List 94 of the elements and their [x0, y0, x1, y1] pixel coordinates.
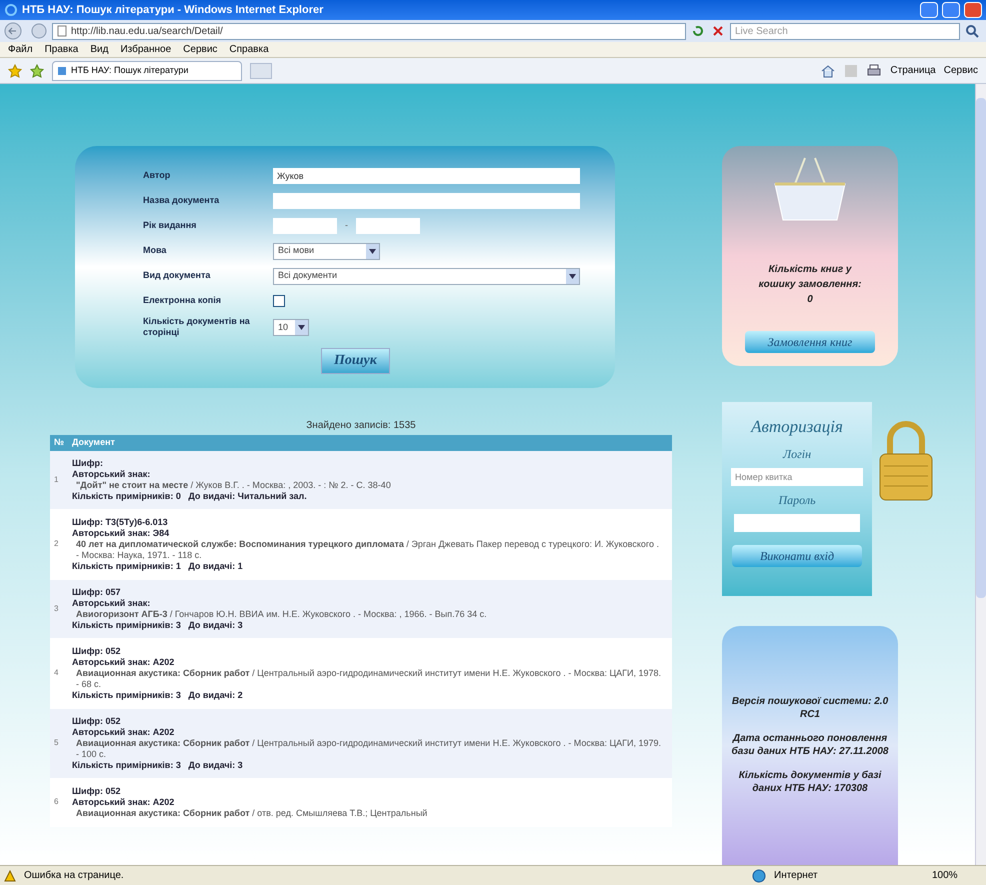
- row-number: 6: [53, 796, 60, 808]
- info-text: Кількість документів у базі даних НТБ НАУ: 170308: [738, 770, 882, 796]
- login-label: Логін: [782, 446, 812, 463]
- globe-icon: [752, 868, 766, 882]
- field-label: Мова: [143, 245, 168, 257]
- basket-order-button[interactable]: Замовлення книг: [745, 331, 875, 353]
- field-label: Кількість документів на сторінці: [143, 316, 251, 338]
- scrollbar-thumb[interactable]: [976, 98, 986, 598]
- text-field[interactable]: [273, 193, 580, 209]
- browser-tab[interactable]: НТБ НАУ: Пошук літератури: [52, 60, 242, 80]
- zoom-level[interactable]: 100%: [932, 868, 982, 883]
- menu-item[interactable]: Правка: [44, 42, 78, 57]
- address-field[interactable]: http://lib.nau.edu.ua/search/Detail/: [52, 22, 686, 40]
- field-label: Назва документа: [143, 195, 220, 207]
- range-separator: -: [345, 219, 348, 232]
- login-title: Авторизація: [751, 416, 843, 438]
- menu-item[interactable]: Справка: [229, 42, 269, 57]
- menu-item[interactable]: Вид: [90, 42, 108, 57]
- results-count: Знайдено записів: 1535: [305, 418, 417, 432]
- copies-info: Кількість примірників: 1 До видачі: 1: [72, 560, 244, 572]
- home-icon[interactable]: [820, 64, 836, 78]
- login-field[interactable]: Номер квитка: [731, 468, 863, 486]
- document-description: "Дойт" не стоит на месте / Жуков В.Г. . - Москва: , 2003. - : № 2. - С. 38-40: [75, 480, 392, 490]
- password-label: Пароль: [778, 492, 816, 509]
- text-field[interactable]: Жуков: [273, 168, 580, 184]
- shelf-code: Шифр: 052: [72, 716, 122, 726]
- author-mark: Авторський знак:: [72, 468, 152, 480]
- menu-item[interactable]: Файл: [8, 42, 33, 57]
- add-favorites-icon[interactable]: [30, 64, 44, 78]
- document-description: Авиационная акустика: Сборник работ / Центральный аэро-гидродинамический институт имени Н.Е. Жуковского . - Москва: ЦАГИ, 1979. - 100 с.: [75, 738, 662, 760]
- favorites-star-icon[interactable]: [8, 64, 22, 78]
- maximize-button[interactable]: [942, 2, 960, 18]
- toolbar-menu[interactable]: Страница: [890, 63, 936, 78]
- toolbar-menu[interactable]: Сервис: [944, 63, 978, 78]
- print-icon[interactable]: [866, 64, 882, 78]
- close-button[interactable]: [964, 2, 982, 18]
- minimize-button[interactable]: [920, 2, 938, 18]
- info-text: Дата останнього поновлення бази даних НТБ НАУ: 27.11.2008: [730, 733, 890, 758]
- search-field[interactable]: Live Search: [730, 22, 960, 40]
- row-number: 2: [53, 538, 60, 550]
- menu-item[interactable]: Сервис: [183, 42, 218, 57]
- copies-info: Кількість примірників: 3 До видачі: 2: [72, 690, 244, 700]
- password-field[interactable]: [734, 514, 860, 532]
- caret-icon: [569, 274, 576, 278]
- column-header: №: [53, 436, 66, 449]
- year-to-field[interactable]: [356, 218, 420, 234]
- author-mark: Авторський знак: А202: [72, 796, 176, 808]
- document-description: Авиационная акустика: Сборник работ / отв. ред. Смышляева Т.В.; Центральный: [75, 808, 428, 818]
- window-title: НТБ НАУ: Пошук літератури - Windows Internet Explorer: [22, 2, 324, 18]
- status-message: Ошибка на странице.: [24, 869, 125, 883]
- shelf-code: Шифр: 057: [72, 586, 122, 598]
- year-from-field[interactable]: [273, 218, 337, 234]
- row-number: 1: [53, 474, 60, 486]
- copies-info: Кількість примірників: 3 До видачі: 3: [72, 760, 244, 770]
- checkbox[interactable]: [273, 295, 285, 307]
- document-description: Авиационная акустика: Сборник работ / Центральный аэро-гидродинамический институт имени Н.Е. Жуковского . - Москва: ЦАГИ, 1978. - 68 с.: [75, 668, 662, 690]
- caret-icon: [298, 324, 305, 330]
- dropdown[interactable]: Всі документи: [273, 268, 580, 284]
- shelf-code: Шифр:: [72, 458, 104, 468]
- field-label: Вид документа: [143, 270, 212, 282]
- caret-icon: [369, 248, 376, 254]
- row-number: 5: [53, 737, 60, 749]
- search-button[interactable]: Пошук: [321, 348, 390, 374]
- author-mark: Авторський знак: А202: [72, 726, 176, 738]
- column-header: Документ: [72, 436, 115, 449]
- field-label: Автор: [143, 170, 172, 182]
- document-description: Авиогоризонт АГБ-3 / Гончаров Ю.Н. ВВИА им. Н.Е. Жуковского . - Москва: , 1966. - Вып.76 34 с.: [75, 608, 488, 620]
- menu-item[interactable]: Избранное: [120, 42, 172, 57]
- scrollbar[interactable]: [975, 84, 986, 865]
- refresh-icon[interactable]: [690, 23, 706, 39]
- document-description: 40 лет на дипломатической службе: Воспоминания турецкого дипломата / Эрган Джевать Пакер перевод с турецкого: И. Жуковского . - Москва: Наука, 1971. - 118 с.: [75, 538, 660, 560]
- author-mark: Авторський знак:: [72, 598, 152, 608]
- info-text: Версія пошукової системи: 2.0 RC1: [730, 696, 890, 722]
- copies-info: Кількість примірників: 0 До видачі: Читальний зал.: [72, 490, 308, 502]
- page-icon: [57, 25, 67, 37]
- basket-count-text: Кількість книг у кошику замовлення: 0: [758, 263, 862, 307]
- browser-icon: [4, 3, 18, 17]
- shelf-code: Шифр: Т3(5Ту)6-6.013: [72, 516, 169, 528]
- forward-button[interactable]: [30, 22, 48, 40]
- field-label: Рік видання: [143, 220, 198, 232]
- login-button[interactable]: Виконати вхід: [732, 544, 862, 567]
- author-mark: Авторський знак: Э84: [72, 528, 170, 538]
- field-label: Електронна копія: [143, 295, 222, 307]
- copies-info: Кількість примірників: 3 До видачі: 3: [72, 620, 244, 630]
- page-icon: [57, 66, 67, 76]
- security-zone: Интернет: [774, 869, 819, 883]
- dropdown[interactable]: Всі мови: [273, 242, 380, 260]
- dropdown[interactable]: 10: [273, 318, 309, 336]
- row-number: 3: [53, 602, 60, 614]
- author-mark: Авторський знак: А202: [72, 656, 176, 668]
- shelf-code: Шифр: 052: [72, 646, 122, 656]
- shelf-code: Шифр: 052: [72, 786, 122, 796]
- warning-icon[interactable]: [4, 870, 16, 882]
- row-number: 4: [53, 667, 60, 679]
